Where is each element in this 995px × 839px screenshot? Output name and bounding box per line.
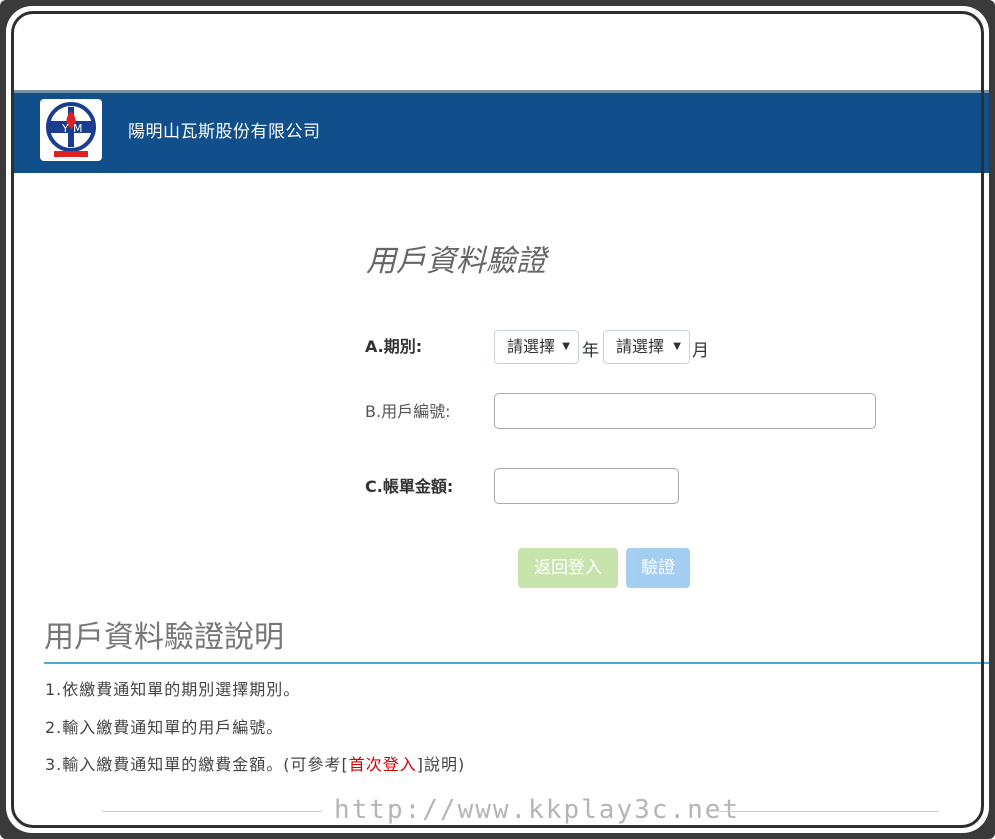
site-header: Y M 陽明山瓦斯股份有限公司 bbox=[14, 90, 989, 173]
company-name: 陽明山瓦斯股份有限公司 bbox=[128, 122, 321, 142]
year-select[interactable]: 請選擇 ▼ bbox=[494, 330, 579, 364]
back-to-login-button[interactable]: 返回登入 bbox=[518, 548, 618, 588]
account-number-label: B.用戶編號: bbox=[365, 402, 451, 421]
screenshot-frame: Y M 陽明山瓦斯股份有限公司 用戶資料驗證 A.期別: 請選擇 ▼ 年 請選擇… bbox=[0, 0, 995, 839]
help-item-3: 3.輸入繳費通知單的繳費金額。(可參考[首次登入]說明) bbox=[45, 751, 465, 775]
help-item-3-suffix: ]說明) bbox=[416, 755, 466, 774]
help-item-3-prefix: 3.輸入繳費通知單的繳費金額。(可參考[ bbox=[45, 755, 349, 774]
help-title: 用戶資料驗證說明 bbox=[44, 620, 284, 655]
month-select[interactable]: 請選擇 ▼ bbox=[603, 330, 690, 364]
chevron-down-icon: ▼ bbox=[673, 341, 681, 352]
watermark: http://www.kkplay3c.net bbox=[14, 795, 989, 825]
page: Y M 陽明山瓦斯股份有限公司 用戶資料驗證 A.期別: 請選擇 ▼ 年 請選擇… bbox=[14, 90, 989, 830]
overlay-fade bbox=[14, 588, 989, 614]
bill-amount-input[interactable] bbox=[494, 468, 679, 504]
bill-amount-label: C.帳單金額: bbox=[365, 477, 454, 496]
chevron-down-icon: ▼ bbox=[562, 341, 570, 352]
year-unit: 年 bbox=[582, 341, 599, 361]
period-label: A.期別: bbox=[365, 337, 423, 356]
account-number-input[interactable] bbox=[494, 393, 876, 429]
first-login-link[interactable]: 首次登入 bbox=[349, 755, 417, 774]
month-unit: 月 bbox=[692, 341, 709, 361]
help-item-2: 2.輸入繳費通知單的用戶編號。 bbox=[45, 718, 284, 737]
help-item-1: 1.依繳費通知單的期別選擇期別。 bbox=[45, 680, 301, 699]
year-select-value: 請選擇 bbox=[507, 337, 556, 356]
watermark-line-right bbox=[719, 811, 939, 812]
month-select-value: 請選擇 bbox=[616, 337, 665, 356]
gas-flame-logo-icon: Y M bbox=[46, 102, 96, 157]
form-title: 用戶資料驗證 bbox=[366, 244, 546, 279]
svg-text:M: M bbox=[73, 122, 83, 135]
help-divider bbox=[44, 662, 989, 664]
company-logo[interactable]: Y M bbox=[40, 99, 102, 161]
verify-button[interactable]: 驗證 bbox=[626, 548, 690, 588]
svg-text:Y: Y bbox=[61, 122, 69, 135]
screenshot-inner: Y M 陽明山瓦斯股份有限公司 用戶資料驗證 A.期別: 請選擇 ▼ 年 請選擇… bbox=[6, 6, 989, 833]
watermark-text: http://www.kkplay3c.net bbox=[334, 795, 741, 825]
watermark-line-left bbox=[102, 811, 322, 812]
